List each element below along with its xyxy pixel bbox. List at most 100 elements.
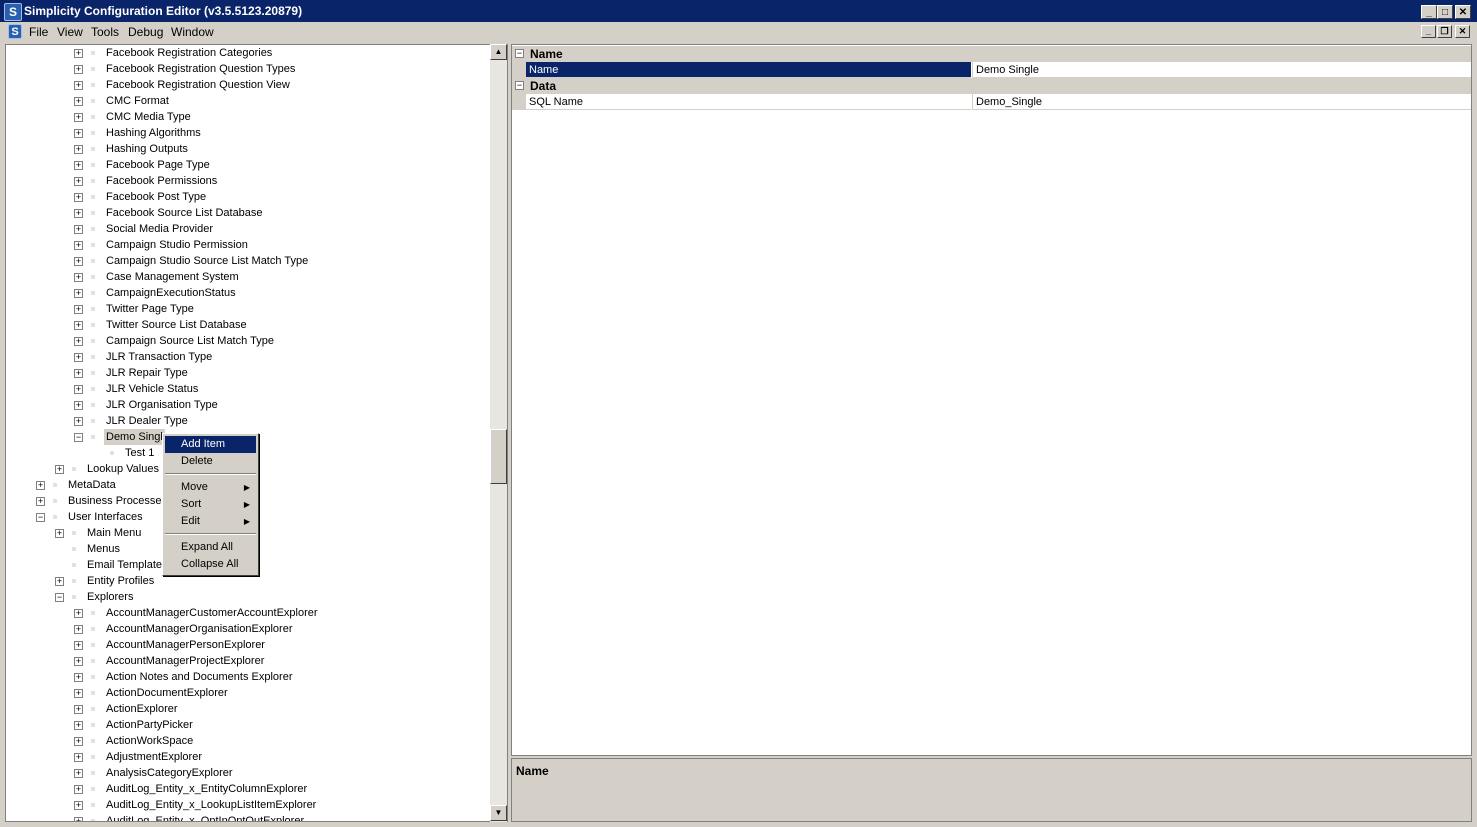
expand-icon[interactable]: + xyxy=(74,705,83,714)
expand-icon[interactable]: + xyxy=(74,161,83,170)
mdi-close-icon[interactable]: ✕ xyxy=(1455,25,1470,38)
expand-icon[interactable]: + xyxy=(74,289,83,298)
tree-item[interactable]: + AccountManagerPersonExplorer xyxy=(6,637,491,653)
menu-view[interactable]: View xyxy=(57,25,83,39)
tree-item[interactable]: + JLR Repair Type xyxy=(6,365,491,381)
expand-icon[interactable]: + xyxy=(74,401,83,410)
expand-icon[interactable]: + xyxy=(74,65,83,74)
tree-item[interactable]: + Facebook Permissions xyxy=(6,173,491,189)
expand-icon[interactable]: + xyxy=(74,817,83,821)
tree-item[interactable]: + Twitter Page Type xyxy=(6,301,491,317)
expand-icon[interactable]: + xyxy=(74,257,83,266)
tree-item[interactable]: + Twitter Source List Database xyxy=(6,317,491,333)
expand-icon[interactable]: + xyxy=(74,129,83,138)
expand-icon[interactable]: + xyxy=(74,737,83,746)
property-category[interactable]: − Name xyxy=(512,46,1471,62)
tree-item[interactable]: + ActionWorkSpace xyxy=(6,733,491,749)
expand-icon[interactable]: + xyxy=(74,385,83,394)
tree-item[interactable]: + AccountManagerProjectExplorer xyxy=(6,653,491,669)
expand-icon[interactable]: + xyxy=(36,481,45,490)
context-menu-item[interactable]: Collapse All xyxy=(165,556,256,573)
expand-icon[interactable]: + xyxy=(74,305,83,314)
expand-icon[interactable]: + xyxy=(74,177,83,186)
tree-item[interactable]: + AccountManagerOrganisationExplorer xyxy=(6,621,491,637)
expand-icon[interactable]: + xyxy=(74,337,83,346)
mdi-minimize-icon[interactable]: _ xyxy=(1421,25,1436,38)
tree-item[interactable]: + Facebook Registration Categories xyxy=(6,45,491,61)
tree-item[interactable]: + Facebook Post Type xyxy=(6,189,491,205)
tree-item[interactable]: + Facebook Source List Database xyxy=(6,205,491,221)
expand-icon[interactable]: + xyxy=(74,273,83,282)
context-menu-item[interactable]: Sort ▶ xyxy=(165,496,256,513)
expand-icon[interactable]: + xyxy=(74,353,83,362)
expand-icon[interactable]: + xyxy=(74,641,83,650)
tree-item[interactable]: + Social Media Provider xyxy=(6,221,491,237)
tree-item[interactable]: + Campaign Studio Permission xyxy=(6,237,491,253)
close-icon[interactable]: ✕ xyxy=(1455,5,1471,19)
expand-icon[interactable]: + xyxy=(55,529,64,538)
tree-item[interactable]: + Hashing Outputs xyxy=(6,141,491,157)
expand-icon[interactable]: + xyxy=(74,625,83,634)
minimize-icon[interactable]: _ xyxy=(1421,5,1437,19)
expand-icon[interactable]: + xyxy=(36,497,45,506)
tree-item[interactable]: + AuditLog_Entity_x_EntityColumnExplorer xyxy=(6,781,491,797)
context-menu-item[interactable]: Delete xyxy=(165,453,256,470)
menu-file[interactable]: File xyxy=(29,25,48,39)
scroll-thumb[interactable] xyxy=(490,429,507,484)
scroll-up-icon[interactable]: ▲ xyxy=(490,44,507,60)
tree-item[interactable]: + AuditLog_Entity_x_OptInOptOutExplorer xyxy=(6,813,491,821)
tree-item[interactable]: + Facebook Registration Question Types xyxy=(6,61,491,77)
expand-icon[interactable]: + xyxy=(74,321,83,330)
expand-icon[interactable]: + xyxy=(74,417,83,426)
property-name[interactable]: Name xyxy=(526,62,971,78)
collapse-icon[interactable]: − xyxy=(74,433,83,442)
expand-icon[interactable]: + xyxy=(74,49,83,58)
tree-item[interactable]: + Facebook Registration Question View xyxy=(6,77,491,93)
property-row[interactable]: SQL Name Demo_Single xyxy=(512,94,1471,110)
expand-icon[interactable]: + xyxy=(55,465,64,474)
menu-debug[interactable]: Debug xyxy=(128,25,163,39)
property-value[interactable]: Demo Single xyxy=(972,62,1471,78)
tree-item[interactable]: + ActionExplorer xyxy=(6,701,491,717)
collapse-icon[interactable]: − xyxy=(55,593,64,602)
tree-item[interactable]: + AuditLog_Entity_x_LookupListItemExplore… xyxy=(6,797,491,813)
tree-item[interactable]: + Case Management System xyxy=(6,269,491,285)
context-menu-item[interactable]: Edit ▶ xyxy=(165,513,256,530)
expand-icon[interactable]: + xyxy=(74,753,83,762)
tree-item[interactable]: + Facebook Page Type xyxy=(6,157,491,173)
scroll-down-icon[interactable]: ▼ xyxy=(490,805,507,821)
expand-icon[interactable]: + xyxy=(74,209,83,218)
collapse-icon[interactable]: − xyxy=(515,49,524,58)
collapse-icon[interactable]: − xyxy=(515,81,524,90)
tree-item[interactable]: + Campaign Studio Source List Match Type xyxy=(6,253,491,269)
expand-icon[interactable]: + xyxy=(74,97,83,106)
expand-icon[interactable]: + xyxy=(74,609,83,618)
menu-tools[interactable]: Tools xyxy=(91,25,119,39)
expand-icon[interactable]: + xyxy=(74,769,83,778)
tree-item[interactable]: + JLR Vehicle Status xyxy=(6,381,491,397)
tree-item[interactable]: − Explorers xyxy=(6,589,491,605)
expand-icon[interactable]: + xyxy=(74,241,83,250)
tree-item[interactable]: + CampaignExecutionStatus xyxy=(6,285,491,301)
expand-icon[interactable]: + xyxy=(74,369,83,378)
context-menu-item[interactable]: Expand All xyxy=(165,539,256,556)
tree-item[interactable]: + ActionDocumentExplorer xyxy=(6,685,491,701)
expand-icon[interactable]: + xyxy=(74,657,83,666)
mdi-app-icon[interactable]: S xyxy=(8,24,22,39)
tree-item[interactable]: + JLR Organisation Type xyxy=(6,397,491,413)
expand-icon[interactable]: + xyxy=(74,225,83,234)
tree-item[interactable]: + JLR Transaction Type xyxy=(6,349,491,365)
context-menu-item[interactable]: Move ▶ xyxy=(165,479,256,496)
expand-icon[interactable]: + xyxy=(74,193,83,202)
property-value[interactable]: Demo_Single xyxy=(972,94,1471,110)
expand-icon[interactable]: + xyxy=(55,577,64,586)
expand-icon[interactable]: + xyxy=(74,145,83,154)
property-row[interactable]: Name Demo Single xyxy=(512,62,1471,78)
tree-item[interactable]: + AnalysisCategoryExplorer xyxy=(6,765,491,781)
tree-item[interactable]: + Action Notes and Documents Explorer xyxy=(6,669,491,685)
maximize-icon[interactable]: □ xyxy=(1437,5,1453,19)
expand-icon[interactable]: + xyxy=(74,673,83,682)
expand-icon[interactable]: + xyxy=(74,801,83,810)
tree-item[interactable]: + Campaign Source List Match Type xyxy=(6,333,491,349)
context-menu-item[interactable]: Add Item xyxy=(165,436,256,453)
